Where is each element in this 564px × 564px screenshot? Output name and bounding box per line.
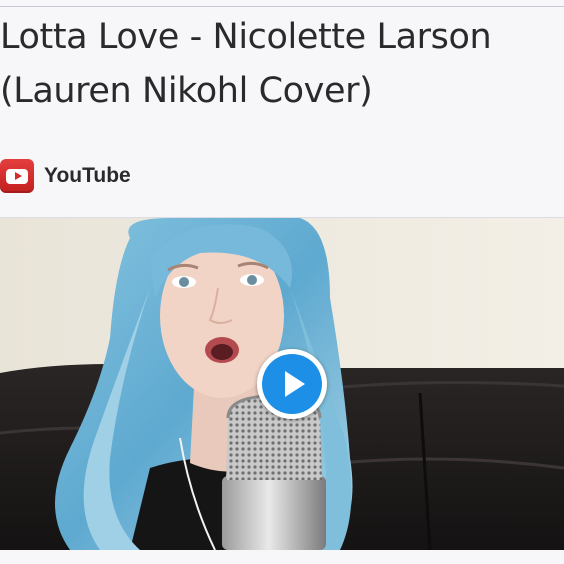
top-divider	[0, 6, 564, 7]
link-preview-title[interactable]: Lotta Love - Nicolette Larson (Lauren Ni…	[0, 10, 560, 118]
bottom-margin	[0, 550, 564, 564]
title-line-1: Lotta Love - Nicolette Larson	[0, 17, 492, 57]
source-name: YouTube	[44, 164, 131, 187]
play-button[interactable]	[257, 349, 327, 419]
source-row[interactable]: YouTube	[0, 158, 131, 194]
video-thumbnail[interactable]	[0, 218, 564, 550]
youtube-icon	[0, 159, 34, 193]
play-icon	[262, 354, 322, 414]
title-line-2: (Lauren Nikohl Cover)	[0, 71, 373, 111]
